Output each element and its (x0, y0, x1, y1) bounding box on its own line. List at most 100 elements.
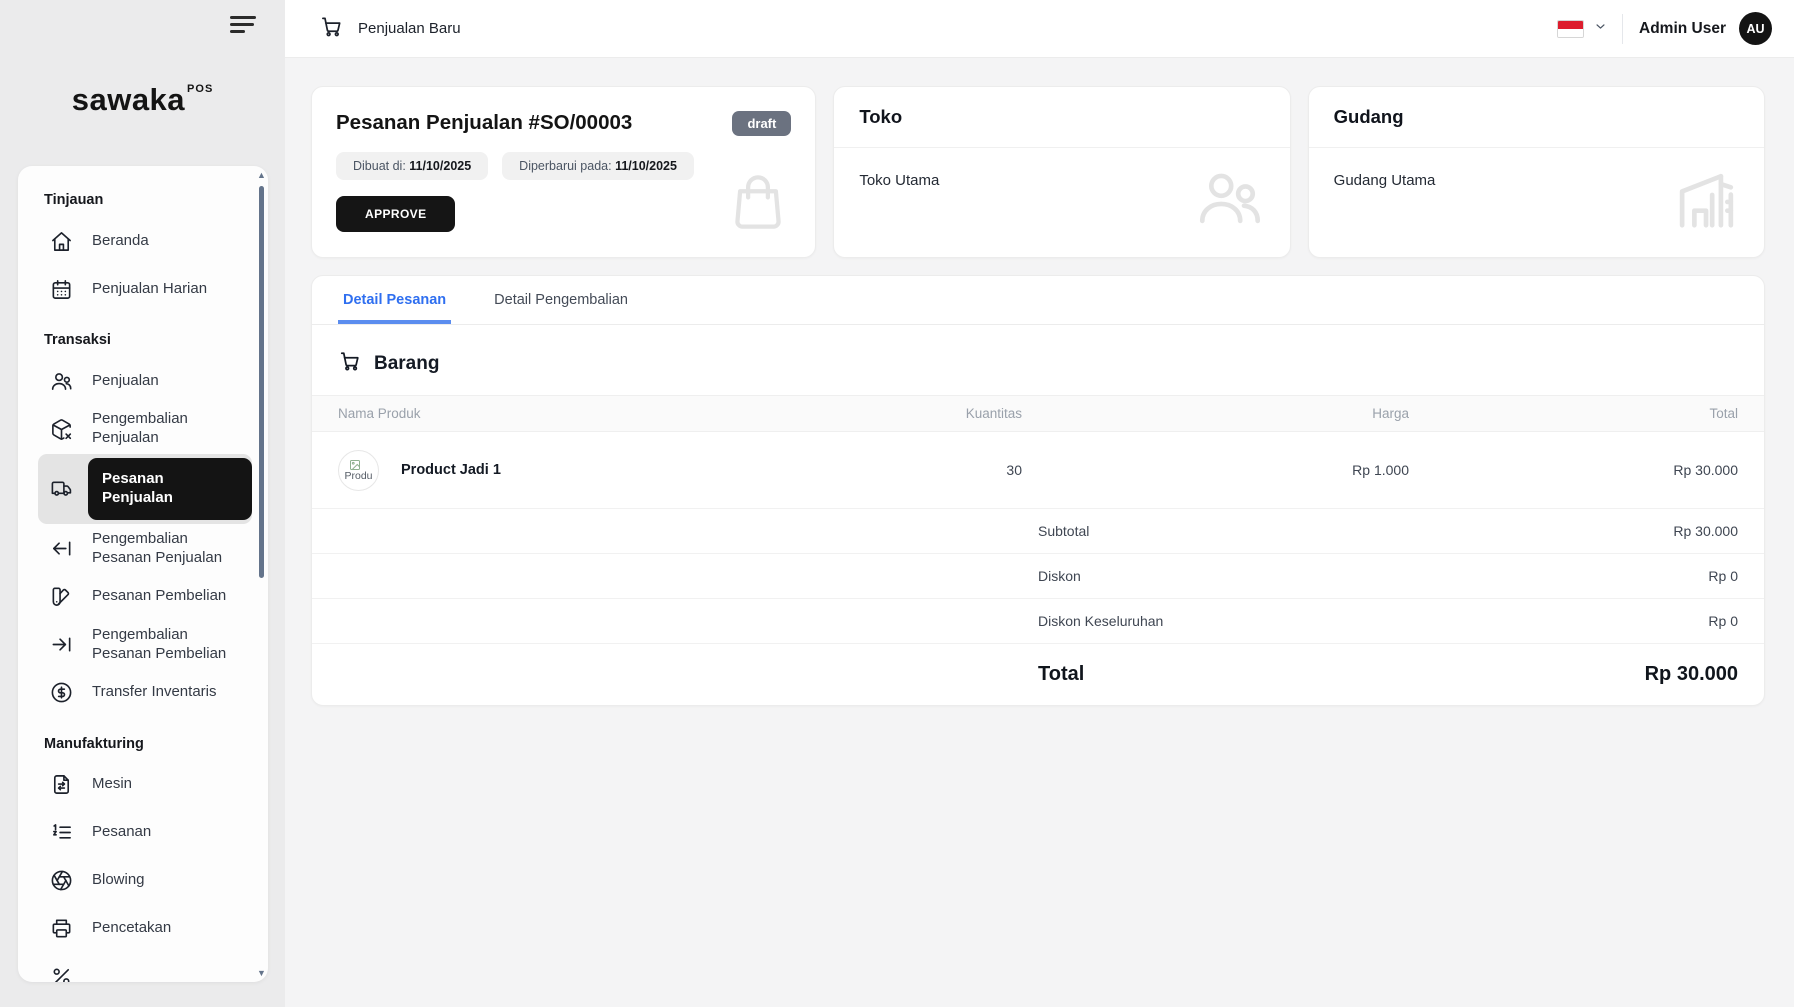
sidebar-item-label: Pengembalian Pesanan Penjualan (92, 530, 252, 568)
created-date-badge: Dibuat di: 11/10/2025 (336, 152, 488, 180)
sidebar-item-penjualan-harian[interactable]: Penjualan Harian (38, 266, 252, 312)
topbar: Penjualan Baru Admin User AU (285, 0, 1794, 58)
home-icon (46, 230, 76, 253)
sidebar-section-label: Manufakturing (44, 736, 252, 752)
sidebar-item-penjualan[interactable]: Penjualan (38, 358, 252, 404)
sidebar-item-pesanan[interactable]: Pesanan (38, 810, 252, 856)
toko-value: Toko Utama (834, 148, 1289, 213)
product-quantity: 30 (792, 462, 1022, 478)
summary-label: Subtotal (1038, 523, 1089, 539)
grand-total-value: Rp 30.000 (1645, 663, 1738, 686)
table-row: Produ Product Jadi 1 30Rp 1.000Rp 30.000 (312, 432, 1764, 509)
sidebar-item-pesanan-pembelian[interactable]: Pesanan Pembelian (38, 574, 252, 620)
sidebar-item-transfer-inventaris[interactable]: Transfer Inventaris (38, 670, 252, 716)
product-image-placeholder: Produ (338, 450, 379, 491)
sidebar-item-pengembalian-penjualan[interactable]: Pengembalian Penjualan (38, 406, 252, 452)
sidebar-section-label: Tinjauan (44, 192, 252, 208)
sidebar-item-pencetakan[interactable]: Pencetakan (38, 906, 252, 952)
summary-row: Subtotal Rp 30.000 (312, 509, 1764, 554)
cart-icon (320, 15, 343, 43)
sidebar: sawakaPOS Tinjauan Beranda Penjualan Haria… (0, 0, 285, 1007)
column-header: Total (1409, 406, 1738, 421)
sidebar-menu: Tinjauan Beranda Penjualan Harian Transaksi… (18, 166, 268, 982)
grand-total-row: Total Rp 30.000 (312, 644, 1764, 705)
brand-logo-text: sawakaPOS (72, 82, 214, 117)
tab-detail-pesanan[interactable]: Detail Pesanan (338, 276, 451, 324)
updated-date-badge: Diperbarui pada: 11/10/2025 (502, 152, 694, 180)
avatar[interactable]: AU (1739, 12, 1772, 45)
page-title: Penjualan Baru (358, 20, 461, 37)
summary-row: Diskon Keseluruhan Rp 0 (312, 599, 1764, 644)
order-title: Pesanan Penjualan #SO/00003 (336, 111, 791, 135)
sidebar-item-pengembalian-pesanan-penjualan[interactable]: Pengembalian Pesanan Penjualan (38, 526, 252, 572)
sidebar-item-beranda[interactable]: Beranda (38, 218, 252, 264)
user-name[interactable]: Admin User (1639, 20, 1726, 38)
sidebar-item-label: Mesin (92, 775, 138, 794)
approve-button[interactable]: APPROVE (336, 196, 455, 232)
sidebar-item-label: Penjualan Harian (92, 280, 213, 299)
sidebar-toggle-button[interactable] (230, 16, 256, 36)
tab-detail-pengembalian[interactable]: Detail Pengembalian (489, 276, 633, 324)
gudang-value: Gudang Utama (1309, 148, 1764, 213)
scroll-down-icon[interactable]: ▼ (257, 968, 266, 978)
sidebar-item-label: Penjualan (92, 372, 165, 391)
sidebar-section-label: Transaksi (44, 332, 252, 348)
summary-value: Rp 0 (1708, 568, 1738, 584)
order-summary-card: Pesanan Penjualan #SO/00003 draft Dibuat… (311, 86, 816, 258)
product-price: Rp 1.000 (1022, 462, 1409, 478)
product-total: Rp 30.000 (1409, 462, 1738, 478)
list-ordered-icon (46, 821, 76, 844)
toko-card-title: Toko (859, 106, 1264, 128)
sidebar-item-label: Pengembalian Pesanan Pembelian (92, 626, 252, 664)
product-image-alt: Produ (344, 470, 372, 482)
file-arrows-icon (46, 773, 76, 796)
scroll-up-icon[interactable]: ▲ (257, 170, 266, 180)
cart-icon (339, 350, 361, 377)
summary-label: Diskon (1038, 568, 1081, 584)
printer-icon (46, 917, 76, 940)
sidebar-item-label: Blowing (92, 871, 151, 890)
items-table-header: Nama ProdukKuantitasHargaTotal (312, 395, 1764, 432)
aperture-icon (46, 869, 76, 892)
package-x-icon (46, 418, 76, 441)
swatch-icon (46, 585, 76, 608)
arrow-left-bar-icon (46, 537, 76, 560)
gudang-card: Gudang Gudang Utama (1308, 86, 1765, 258)
summary-label: Diskon Keseluruhan (1038, 613, 1163, 629)
language-flag-indonesia[interactable] (1557, 20, 1584, 38)
chevron-down-icon[interactable] (1593, 19, 1608, 39)
sidebar-item-blowing[interactable]: Blowing (38, 858, 252, 904)
sidebar-item-label: Beranda (92, 232, 155, 251)
column-header: Nama Produk (338, 406, 792, 421)
brand-logo: sawakaPOS (0, 82, 285, 118)
summary-row: Diskon Rp 0 (312, 554, 1764, 599)
sidebar-item-pengembalian-pesanan-pembelian[interactable]: Pengembalian Pesanan Pembelian (38, 622, 252, 668)
status-badge: draft (732, 111, 791, 136)
sidebar-item-partial[interactable] (38, 954, 252, 983)
column-header: Harga (1022, 406, 1409, 421)
sidebar-item-label: Pesanan (92, 823, 157, 842)
sidebar-item-label: Transfer Inventaris (92, 683, 223, 702)
topbar-divider (1622, 14, 1623, 44)
sidebar-item-label: Pesanan Pembelian (92, 587, 232, 606)
order-detail-card: Detail Pesanan Detail Pengembalian Baran… (311, 275, 1765, 706)
breadcrumb: Penjualan Baru (320, 15, 461, 43)
sidebar-item-pesanan-penjualan[interactable]: Pesanan Penjualan (38, 454, 252, 524)
sidebar-item-label: Pencetakan (92, 919, 177, 938)
main-content: Pesanan Penjualan #SO/00003 draft Dibuat… (285, 58, 1794, 1007)
percent-icon (46, 965, 76, 982)
summary-value: Rp 0 (1708, 613, 1738, 629)
sidebar-item-label: Pengembalian Penjualan (92, 410, 252, 448)
scrollbar-thumb[interactable] (259, 186, 264, 578)
sidebar-item-mesin[interactable]: Mesin (38, 762, 252, 808)
toko-card: Toko Toko Utama (833, 86, 1290, 258)
users-icon (46, 370, 76, 393)
gudang-card-title: Gudang (1334, 106, 1739, 128)
grand-total-label: Total (1038, 663, 1084, 686)
sidebar-scrollbar[interactable]: ▲ ▼ (259, 174, 265, 974)
product-name: Product Jadi 1 (401, 462, 501, 478)
arrow-right-bar-icon (46, 633, 76, 656)
summary-value: Rp 30.000 (1673, 523, 1738, 539)
calendar-icon (46, 278, 76, 301)
column-header: Kuantitas (792, 406, 1022, 421)
